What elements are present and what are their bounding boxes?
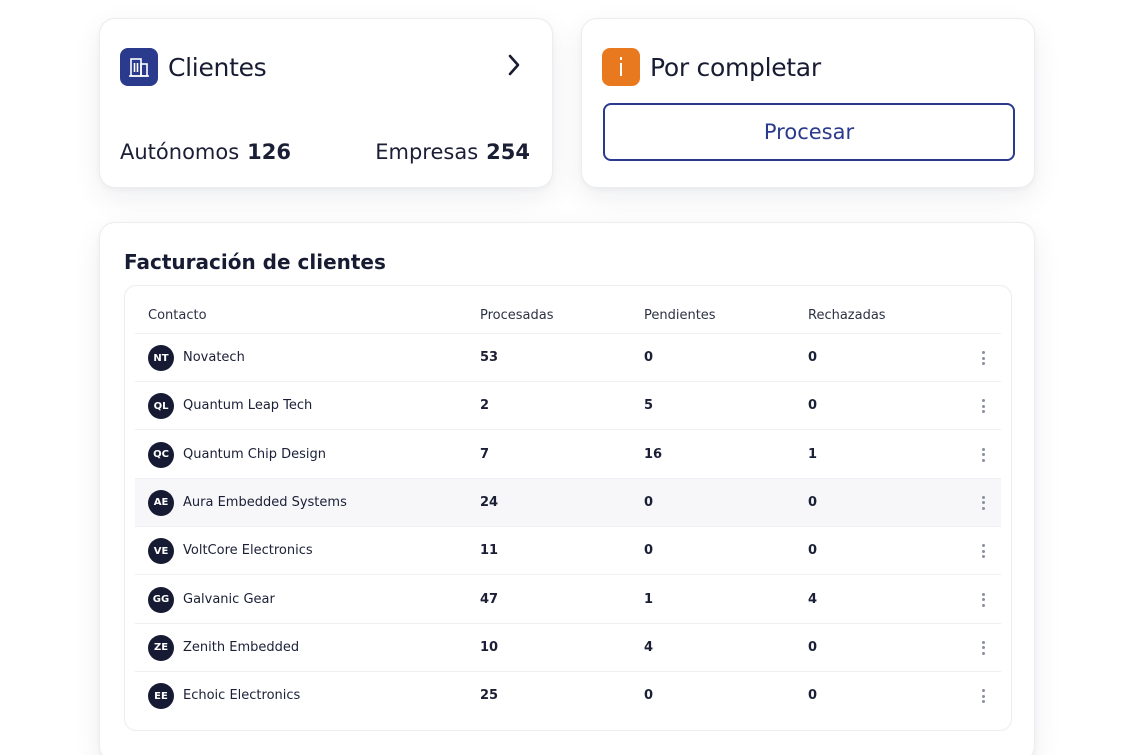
pending-card: Por completar Procesar bbox=[581, 18, 1035, 188]
pendientes-value: 0 bbox=[644, 688, 654, 704]
pendientes-value: 1 bbox=[644, 591, 654, 607]
table-row[interactable]: QL Quantum Leap Tech 2 5 0 bbox=[135, 382, 1001, 431]
pendientes-value: 5 bbox=[644, 398, 654, 414]
rechazadas-value: 1 bbox=[808, 446, 818, 462]
table-row[interactable]: NT Novatech 53 0 0 bbox=[135, 334, 1001, 382]
pendientes-value: 0 bbox=[644, 543, 654, 559]
more-vertical-icon[interactable] bbox=[979, 591, 987, 609]
contact-name[interactable]: Novatech bbox=[183, 350, 245, 365]
avatar: AE bbox=[148, 489, 174, 516]
table-row[interactable]: EE Echoic Electronics 25 0 0 bbox=[135, 672, 1001, 720]
rechazadas-value: 4 bbox=[808, 591, 818, 607]
column-header-contacto: Contacto bbox=[148, 308, 207, 323]
avatar: QL bbox=[148, 393, 174, 420]
contact-name[interactable]: Quantum Leap Tech bbox=[183, 398, 312, 413]
empresas-label: Empresas bbox=[375, 140, 479, 164]
avatar: ZE bbox=[148, 634, 174, 661]
contact-name[interactable]: Zenith Embedded bbox=[183, 640, 299, 655]
procesadas-value: 7 bbox=[480, 446, 490, 462]
procesadas-value: 10 bbox=[480, 639, 499, 655]
chevron-right-icon[interactable] bbox=[502, 53, 526, 77]
procesadas-value: 47 bbox=[480, 591, 499, 607]
avatar: GG bbox=[148, 586, 174, 613]
contact-name[interactable]: Echoic Electronics bbox=[183, 688, 300, 703]
rechazadas-value: 0 bbox=[808, 543, 818, 559]
autonomos-count: 126 bbox=[247, 140, 292, 164]
billing-table: Contacto Procesadas Pendientes Rechazada… bbox=[124, 285, 1012, 731]
autonomos-label: Autónomos bbox=[120, 140, 240, 164]
avatar: VE bbox=[148, 538, 174, 565]
column-header-rechazadas: Rechazadas bbox=[808, 308, 886, 323]
contact-name[interactable]: VoltCore Electronics bbox=[183, 543, 313, 558]
column-header-procesadas: Procesadas bbox=[480, 308, 554, 323]
table-row[interactable]: QC Quantum Chip Design 7 16 1 bbox=[135, 431, 1001, 479]
clients-card-header: Clientes bbox=[120, 48, 267, 86]
procesadas-value: 11 bbox=[480, 543, 499, 559]
autonomos-stat: Autónomos 126 bbox=[120, 140, 291, 164]
billing-title: Facturación de clientes bbox=[124, 250, 386, 274]
table-row[interactable]: GG Galvanic Gear 47 1 4 bbox=[135, 576, 1001, 624]
more-vertical-icon[interactable] bbox=[979, 397, 987, 415]
procesadas-value: 2 bbox=[480, 398, 490, 414]
pending-card-header: Por completar bbox=[602, 48, 821, 86]
avatar: EE bbox=[148, 683, 174, 710]
more-vertical-icon[interactable] bbox=[979, 494, 987, 512]
empresas-stat: Empresas 254 bbox=[375, 140, 530, 164]
procesadas-value: 24 bbox=[480, 494, 499, 510]
avatar: NT bbox=[148, 345, 174, 371]
empresas-count: 254 bbox=[486, 140, 530, 164]
pending-title: Por completar bbox=[650, 52, 821, 82]
clients-stats: Autónomos 126 Empresas 254 bbox=[120, 140, 530, 164]
table-row[interactable]: VE VoltCore Electronics 11 0 0 bbox=[135, 527, 1001, 576]
procesadas-value: 25 bbox=[480, 688, 499, 704]
billing-card: Facturación de clientes Contacto Procesa… bbox=[99, 222, 1035, 755]
info-icon bbox=[602, 48, 640, 86]
contact-name[interactable]: Aura Embedded Systems bbox=[183, 495, 347, 510]
more-vertical-icon[interactable] bbox=[979, 639, 987, 657]
pendientes-value: 0 bbox=[644, 494, 654, 510]
contact-name[interactable]: Galvanic Gear bbox=[183, 592, 275, 607]
contact-name[interactable]: Quantum Chip Design bbox=[183, 447, 326, 462]
rechazadas-value: 0 bbox=[808, 350, 818, 365]
clients-title: Clientes bbox=[168, 52, 267, 82]
avatar: QC bbox=[148, 441, 174, 468]
rechazadas-value: 0 bbox=[808, 494, 818, 510]
rechazadas-value: 0 bbox=[808, 639, 818, 655]
procesadas-value: 53 bbox=[480, 350, 499, 365]
table-header: Contacto Procesadas Pendientes Rechazada… bbox=[135, 286, 1001, 334]
building-icon bbox=[120, 48, 158, 86]
process-button[interactable]: Procesar bbox=[603, 103, 1015, 161]
rechazadas-value: 0 bbox=[808, 398, 818, 414]
table-row[interactable]: ZE Zenith Embedded 10 4 0 bbox=[135, 624, 1001, 672]
column-header-pendientes: Pendientes bbox=[644, 308, 716, 323]
clients-card: Clientes Autónomos 126 Empresas 254 bbox=[99, 18, 553, 188]
pendientes-value: 0 bbox=[644, 350, 654, 365]
more-vertical-icon[interactable] bbox=[979, 349, 987, 367]
pendientes-value: 16 bbox=[644, 446, 663, 462]
more-vertical-icon[interactable] bbox=[979, 687, 987, 705]
pendientes-value: 4 bbox=[644, 639, 654, 655]
more-vertical-icon[interactable] bbox=[979, 446, 987, 464]
rechazadas-value: 0 bbox=[808, 688, 818, 704]
more-vertical-icon[interactable] bbox=[979, 542, 987, 560]
table-row[interactable]: AE Aura Embedded Systems 24 0 0 bbox=[135, 478, 1001, 527]
